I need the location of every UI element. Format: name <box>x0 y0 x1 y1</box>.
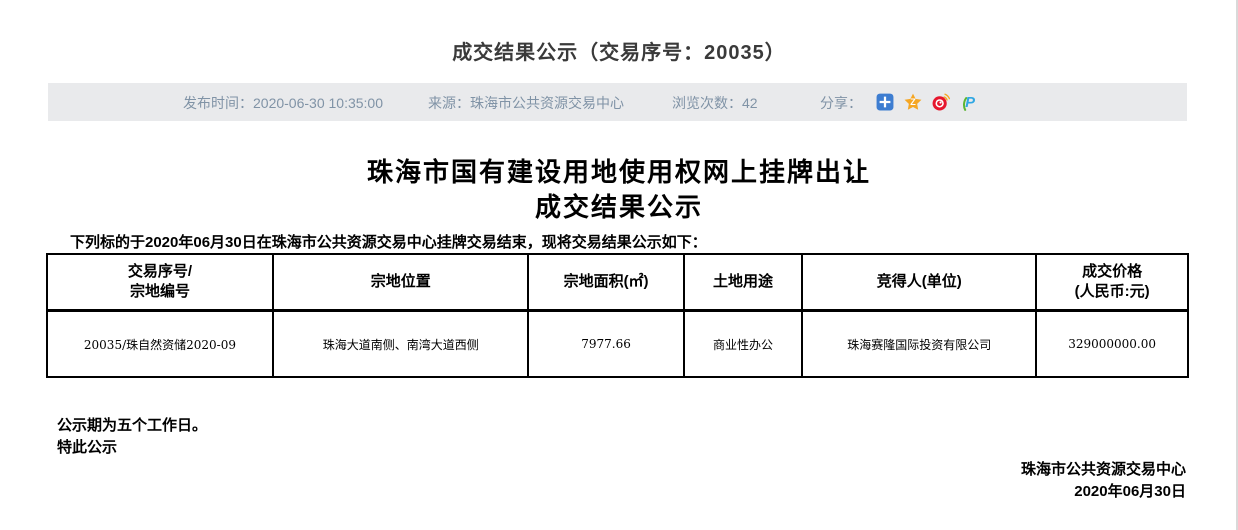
share-label: 分享： <box>820 93 862 113</box>
svg-text:P: P <box>965 95 975 111</box>
meta-bar: 发布时间：2020-06-30 10:35:00 来源：珠海市公共资源交易中心 … <box>48 83 1187 121</box>
announcement-heading: 珠海市国有建设用地使用权网上挂牌出让 成交结果公示 <box>0 155 1238 225</box>
header-cell-deal-price: 成交价格 (人民币:元) <box>1036 254 1188 311</box>
share-icons-group: Z P <box>876 93 978 111</box>
svg-text:Z: Z <box>910 97 916 107</box>
header-cell-parcel-location: 宗地位置 <box>273 254 529 311</box>
announcement-heading-line2: 成交结果公示 <box>0 190 1238 225</box>
views-count-text: 浏览次数：42 <box>672 93 758 113</box>
source-text: 来源：珠海市公共资源交易中心 <box>428 93 624 113</box>
cell-transaction-no: 20035/珠自然资储2020-09 <box>47 311 273 378</box>
tencent-pengyou-icon[interactable]: P <box>960 93 978 111</box>
intro-paragraph: 下列标的于2020年06月30日在珠海市公共资源交易中心挂牌交易结束，现将交易结… <box>46 231 1189 252</box>
sina-weibo-icon[interactable] <box>932 93 950 111</box>
cell-parcel-area: 7977.66 <box>528 311 683 378</box>
results-table: 交易序号/ 宗地编号 宗地位置 宗地面积(㎡) 土地用途 竞得人(单位) 成交价… <box>46 253 1189 378</box>
qzone-icon[interactable]: Z <box>904 93 922 111</box>
cell-land-use: 商业性办公 <box>684 311 803 378</box>
closing-line2: 特此公示 <box>57 437 207 459</box>
page-title: 成交结果公示（交易序号：20035） <box>0 36 1238 65</box>
closing-note: 公示期为五个工作日。 特此公示 <box>57 415 207 459</box>
cell-deal-price: 329000000.00 <box>1036 311 1188 378</box>
bshare-more-icon[interactable] <box>876 93 894 111</box>
cell-winner: 珠海赛隆国际投资有限公司 <box>802 311 1036 378</box>
header-cell-land-use: 土地用途 <box>684 254 803 311</box>
announcement-heading-line1: 珠海市国有建设用地使用权网上挂牌出让 <box>0 155 1238 190</box>
header-cell-winner: 竞得人(单位) <box>802 254 1036 311</box>
header-cell-transaction-no: 交易序号/ 宗地编号 <box>47 254 273 311</box>
signature-block: 珠海市公共资源交易中心 2020年06月30日 <box>1021 459 1186 503</box>
signature-org: 珠海市公共资源交易中心 <box>1021 459 1186 481</box>
header-cell-parcel-area: 宗地面积(㎡) <box>528 254 683 311</box>
table-row: 20035/珠自然资储2020-09 珠海大道南侧、南湾大道西侧 7977.66… <box>47 311 1188 378</box>
signature-date: 2020年06月30日 <box>1021 481 1186 503</box>
cell-parcel-location: 珠海大道南侧、南湾大道西侧 <box>273 311 529 378</box>
closing-line1: 公示期为五个工作日。 <box>57 415 207 437</box>
table-header-row: 交易序号/ 宗地编号 宗地位置 宗地面积(㎡) 土地用途 竞得人(单位) 成交价… <box>47 254 1188 311</box>
publish-time-text: 发布时间：2020-06-30 10:35:00 <box>183 93 383 113</box>
